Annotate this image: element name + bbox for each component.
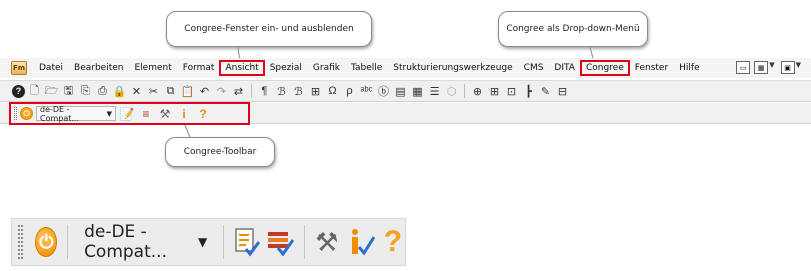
print-icon[interactable]: ⎙ xyxy=(95,84,110,99)
redo-icon[interactable]: ↷ xyxy=(214,84,229,99)
drag-handle[interactable] xyxy=(14,107,17,120)
undo-icon[interactable]: ↶ xyxy=(197,84,212,99)
edit-icon[interactable]: ✎ xyxy=(538,84,553,99)
insert-icon[interactable]: ᵃᵇᶜ xyxy=(359,84,374,99)
tracking-icon[interactable]: Ω xyxy=(325,84,340,99)
update-icon[interactable]: ⊡ xyxy=(504,84,519,99)
question-icon[interactable]: ? xyxy=(195,106,211,121)
menu-hilfe[interactable]: Hilfe xyxy=(675,62,703,74)
menu-strukturierungswerkzeuge[interactable]: Strukturierungswerkzeuge xyxy=(389,62,516,74)
callout-ansicht-text: Congree-Fenster ein- und ausblenden xyxy=(184,24,354,34)
graphic-icon[interactable]: ⬡ xyxy=(444,84,459,99)
chevron-down-icon: ▼ xyxy=(106,109,112,118)
congree-toolbar-row: ⏻ de-DE - Compat... ▼ 📝 ≡ ⚒ i ? xyxy=(0,102,811,125)
framemaker-logo: Fm xyxy=(11,61,27,75)
lock-icon[interactable]: 🔒 xyxy=(112,84,127,99)
find-replace-icon[interactable]: ℬ xyxy=(291,84,306,99)
grid-icon[interactable]: ▦ xyxy=(754,61,769,74)
menu-grafik[interactable]: Grafik xyxy=(309,62,344,74)
menu-ansicht[interactable]: Ansicht xyxy=(219,60,265,76)
element-icon[interactable]: ▤ xyxy=(393,84,408,99)
check-document-icon[interactable]: 📝 xyxy=(119,106,135,121)
congree-toolbar-large: ⏻ de-DE - Compat... ▼ ⚒ ? xyxy=(11,218,406,266)
copy-icon[interactable]: ⧉ xyxy=(163,84,178,99)
menu-datei[interactable]: Datei xyxy=(35,62,67,74)
open-icon[interactable]: 🗁 xyxy=(44,84,59,99)
check-document-icon[interactable] xyxy=(234,225,260,259)
repeat-icon[interactable]: ⇄ xyxy=(231,84,246,99)
delete-icon[interactable]: ✕ xyxy=(129,84,144,99)
language-select[interactable]: de-DE - Compat... ▼ xyxy=(78,222,213,262)
toolbar-separator xyxy=(67,225,69,259)
toolbar-separator xyxy=(464,84,465,98)
toolbar-separator xyxy=(223,225,224,259)
save-as-icon[interactable]: ⎘ xyxy=(78,84,93,99)
info-check-icon[interactable]: i xyxy=(176,106,192,121)
new-file-icon[interactable]: 🗋 xyxy=(27,84,42,99)
menu-bar: Fm Datei Bearbeiten Element Format Ansic… xyxy=(0,58,811,78)
chevron-down-icon[interactable]: ▼ xyxy=(796,61,801,74)
info-check-icon[interactable] xyxy=(345,225,375,259)
language-select[interactable]: de-DE - Compat... ▼ xyxy=(36,104,116,123)
callout-congree-menu-text: Congree als Drop-down-Menü xyxy=(506,24,640,34)
marker-icon[interactable]: ⓑ xyxy=(376,84,391,99)
toolbar-separator xyxy=(251,84,252,98)
check-all-svg xyxy=(267,232,294,256)
info-check-svg xyxy=(351,229,375,256)
link-icon[interactable]: ⊞ xyxy=(308,84,323,99)
thesaurus-icon[interactable]: ρ xyxy=(342,84,357,99)
menu-dita[interactable]: DITA xyxy=(550,62,579,74)
table-icon[interactable]: ▦ xyxy=(410,84,425,99)
list-icon[interactable]: ⊞ xyxy=(487,84,502,99)
callout-ansicht: Congree-Fenster ein- und ausblenden xyxy=(166,11,372,47)
layout-icon[interactable]: ▭ xyxy=(736,61,751,74)
fields-icon[interactable]: ⊟ xyxy=(555,84,570,99)
drag-handle[interactable] xyxy=(18,225,24,259)
chevron-down-icon[interactable]: ▼ xyxy=(769,61,774,74)
menu-spezial[interactable]: Spezial xyxy=(266,62,306,74)
chevron-down-icon: ▼ xyxy=(197,235,208,249)
menu-cms[interactable]: CMS xyxy=(520,62,548,74)
cut-icon[interactable]: ✂ xyxy=(146,84,161,99)
leader-toolbar xyxy=(183,122,191,138)
menu-tabelle[interactable]: Tabelle xyxy=(347,62,386,74)
save-icon[interactable]: 🖫 xyxy=(61,84,76,99)
standard-toolbar: ? 🗋 🗁 🖫 ⎘ ⎙ 🔒 ✕ ✂ ⧉ 📋 ↶ ↷ ⇄ ¶ ℬ ℬ ⊞ Ω ρ … xyxy=(0,80,811,102)
callout-congree-toolbar: Congree-Toolbar xyxy=(165,137,275,167)
format-icon[interactable]: ⊕ xyxy=(470,84,485,99)
workspace-controls: ▭ ▦ ▼ ▣ ▼ xyxy=(736,61,803,74)
callout-congree-menu: Congree als Drop-down-Menü xyxy=(498,11,648,47)
menu-element[interactable]: Element xyxy=(130,62,175,74)
paste-icon[interactable]: 📋 xyxy=(180,84,195,99)
language-select-value: de-DE - Compat... xyxy=(84,222,167,262)
question-icon[interactable]: ? xyxy=(381,225,405,259)
language-select-value: de-DE - Compat... xyxy=(40,104,80,123)
check-all-icon[interactable]: ≡ xyxy=(138,106,154,121)
toolbar-separator xyxy=(303,225,305,259)
spellcheck-icon[interactable]: ¶ xyxy=(257,84,272,99)
tools-icon[interactable]: ⚒ xyxy=(157,106,173,121)
frame-icon[interactable]: ▣ xyxy=(780,61,795,74)
help-icon[interactable]: ? xyxy=(12,84,25,98)
congree-toolbar-small: ⏻ de-DE - Compat... ▼ 📝 ≡ ⚒ i ? xyxy=(9,102,250,125)
menu-congree[interactable]: Congree xyxy=(579,60,630,76)
power-icon[interactable]: ⏻ xyxy=(35,227,58,257)
menu-bearbeiten[interactable]: Bearbeiten xyxy=(70,62,127,74)
check-document-svg xyxy=(235,228,260,257)
menu-format[interactable]: Format xyxy=(179,62,219,74)
callout-toolbar-text: Congree-Toolbar xyxy=(183,147,257,157)
tools-icon[interactable]: ⚒ xyxy=(315,225,339,259)
check-all-icon[interactable] xyxy=(266,225,294,259)
structure-icon[interactable]: ┣ xyxy=(521,84,536,99)
menu-fenster[interactable]: Fenster xyxy=(631,62,672,74)
power-icon[interactable]: ⏻ xyxy=(20,107,33,120)
find-icon[interactable]: ℬ xyxy=(274,84,289,99)
align-icon[interactable]: ☰ xyxy=(427,84,442,99)
